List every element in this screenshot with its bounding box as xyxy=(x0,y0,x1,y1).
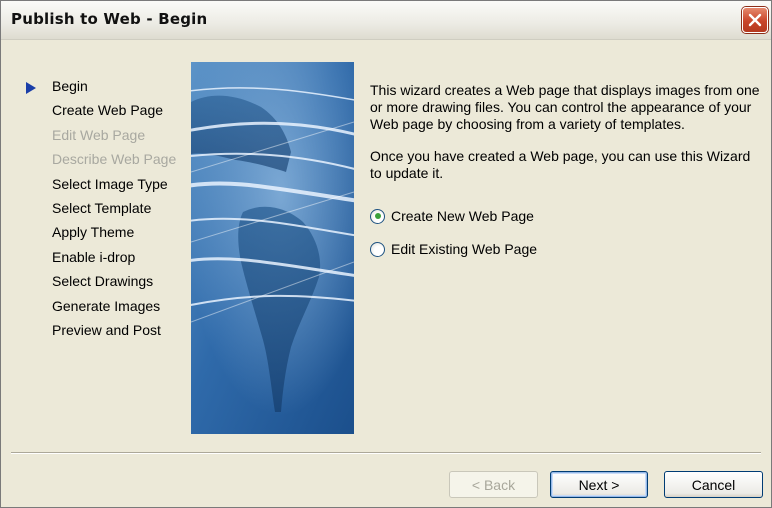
radio-dot xyxy=(374,213,381,219)
title-bar[interactable]: Publish to Web - Begin xyxy=(1,1,771,40)
next-button[interactable]: Next > xyxy=(550,471,648,498)
step-label: Select Drawings xyxy=(52,273,154,290)
step-label: Edit Web Page xyxy=(52,126,146,143)
step-enable-i-drop: Enable i-drop xyxy=(25,248,176,272)
window-title: Publish to Web - Begin xyxy=(11,10,208,28)
publish-to-web-dialog: Publish to Web - Begin Begin Create Web … xyxy=(0,0,772,508)
step-label: Begin xyxy=(52,78,88,94)
step-label: Preview and Post xyxy=(52,321,161,338)
step-label: Create Web Page xyxy=(52,102,164,119)
option-create-new-web-page[interactable]: Create New Web Page xyxy=(370,206,534,226)
step-label: Generate Images xyxy=(52,297,161,314)
step-preview-and-post: Preview and Post xyxy=(25,321,176,345)
radio-button-unselected[interactable] xyxy=(370,241,385,257)
step-select-image-type: Select Image Type xyxy=(25,175,176,199)
step-generate-images: Generate Images xyxy=(25,297,176,321)
step-label: Select Template xyxy=(52,199,152,216)
step-select-drawings: Select Drawings xyxy=(25,272,176,296)
step-select-template: Select Template xyxy=(25,199,176,223)
south-america-globe-illustration xyxy=(191,62,354,434)
cancel-button[interactable]: Cancel xyxy=(664,471,763,498)
option-label: Edit Existing Web Page xyxy=(391,241,538,257)
footer-separator xyxy=(11,452,761,454)
radio-button-selected[interactable] xyxy=(370,208,385,224)
step-label: Apply Theme xyxy=(52,224,135,241)
close-button[interactable] xyxy=(742,7,768,33)
wizard-steps-list: Begin Create Web Page Edit Web Page Desc… xyxy=(25,77,176,345)
step-label: Select Image Type xyxy=(52,175,168,192)
step-apply-theme: Apply Theme xyxy=(25,223,176,247)
close-x-icon xyxy=(748,13,762,27)
wizard-description: This wizard creates a Web page that disp… xyxy=(370,82,760,197)
description-paragraph-1: This wizard creates a Web page that disp… xyxy=(370,82,760,132)
step-create-web-page: Create Web Page xyxy=(25,101,176,125)
step-edit-web-page: Edit Web Page xyxy=(25,126,176,150)
option-edit-existing-web-page[interactable]: Edit Existing Web Page xyxy=(370,239,537,259)
wizard-globe-image xyxy=(191,62,354,434)
step-label: Describe Web Page xyxy=(52,151,177,168)
play-arrow-icon xyxy=(26,82,36,94)
step-describe-web-page: Describe Web Page xyxy=(25,150,176,174)
step-label: Enable i-drop xyxy=(52,248,136,265)
description-paragraph-2: Once you have created a Web page, you ca… xyxy=(370,148,751,181)
back-button[interactable]: < Back xyxy=(449,471,538,498)
step-begin: Begin xyxy=(25,77,176,101)
option-label: Create New Web Page xyxy=(391,208,534,224)
